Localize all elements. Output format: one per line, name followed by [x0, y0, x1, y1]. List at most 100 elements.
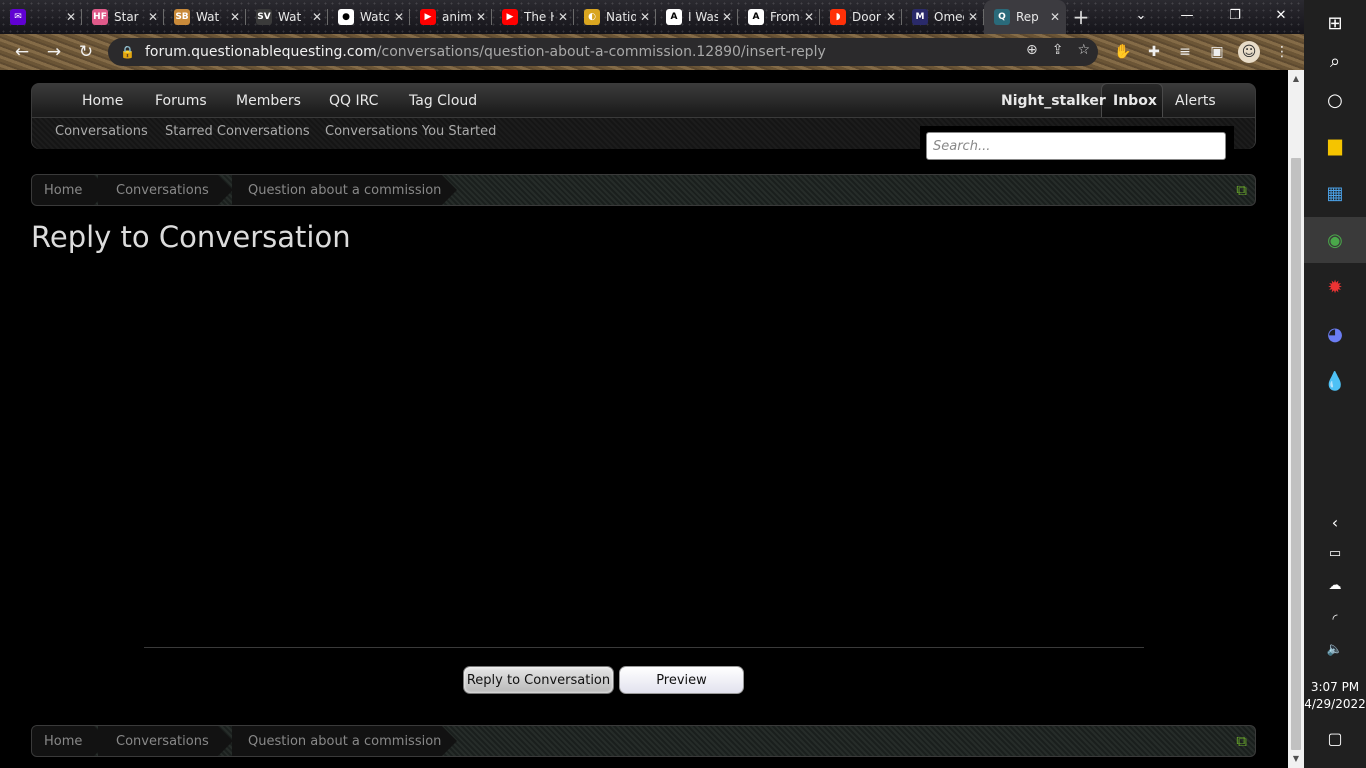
system-clock[interactable]: 3:07 PM 4/29/2022 — [1304, 679, 1366, 713]
nationstates-icon: ◐ — [584, 9, 600, 25]
nav-qq-irc[interactable]: QQ IRC — [329, 93, 378, 109]
browser-tab[interactable]: A From M ✕ — [738, 0, 820, 34]
nav-alerts[interactable]: Alerts — [1175, 93, 1216, 109]
chevron-left-icon[interactable]: ‹ — [1304, 513, 1366, 532]
onedrive-icon[interactable]: ☁ — [1304, 578, 1366, 593]
browser-tab[interactable]: ▶ The Ho ✕ — [492, 0, 574, 34]
close-tab-icon[interactable]: ✕ — [394, 10, 404, 24]
tab-strip: ✉✕HFStar✕SBWat✕SVWat✕●Watche✕▶anime f✕▶T… — [0, 0, 1304, 34]
browser-tab[interactable]: M Omega ✕ — [902, 0, 984, 34]
browser-tab[interactable]: ✉ ✕ — [0, 0, 82, 34]
nav-home[interactable]: Home — [82, 93, 123, 109]
browser-tab[interactable]: A I Was A ✕ — [656, 0, 738, 34]
bookmark-star-icon[interactable]: ☆ — [1077, 42, 1090, 58]
profile-avatar[interactable]: ☺ — [1238, 41, 1260, 63]
scrollbar-thumb[interactable] — [1291, 158, 1301, 750]
nav-members[interactable]: Members — [236, 93, 301, 109]
battery-icon[interactable]: ▭ — [1304, 546, 1366, 561]
page-scrollbar[interactable]: ▲ ▼ — [1288, 70, 1304, 768]
nav-tag-cloud[interactable]: Tag Cloud — [409, 93, 477, 109]
scroll-down-icon[interactable]: ▼ — [1291, 754, 1301, 763]
volume-icon[interactable]: 🔈 — [1304, 642, 1366, 657]
reload-icon[interactable]: ↻ — [70, 36, 102, 68]
breadcrumb-conversations-label: Conversations — [116, 182, 209, 198]
close-tab-icon[interactable]: ✕ — [476, 10, 486, 24]
restore-icon[interactable]: ❐ — [1212, 0, 1258, 30]
browser-tab[interactable]: ▶ anime f ✕ — [410, 0, 492, 34]
yahoo-mail-icon: ✉ — [10, 9, 26, 25]
tab-title: Star — [114, 10, 139, 24]
scroll-up-icon[interactable]: ▲ — [1291, 74, 1301, 83]
side-panel-icon[interactable]: ▣ — [1206, 41, 1228, 63]
wifi-icon[interactable]: ◜ — [1304, 612, 1366, 627]
adblock-icon[interactable]: ✋ — [1112, 41, 1134, 63]
breadcrumb-home[interactable]: Home — [32, 175, 109, 205]
tab-title: NationS — [606, 10, 636, 24]
tab-search-icon[interactable]: ⌄ — [1118, 0, 1164, 30]
file-explorer-icon[interactable]: ▆ — [1304, 122, 1366, 168]
nav-forums[interactable]: Forums — [155, 93, 207, 109]
breadcrumb-conversations[interactable]: Conversations — [98, 726, 233, 756]
breadcrumb-current[interactable]: Question about a commission — [232, 726, 457, 756]
tab-title: anime f — [442, 10, 472, 24]
close-tab-icon[interactable]: ✕ — [558, 10, 568, 24]
breadcrumb-conversations[interactable]: Conversations — [98, 175, 233, 205]
new-tab-icon[interactable]: + — [1066, 0, 1096, 34]
tab-title: The Ho — [524, 10, 554, 24]
breadcrumb-current[interactable]: Question about a commission — [232, 175, 457, 205]
menu-kebab-icon[interactable]: ⋮ — [1271, 41, 1293, 63]
close-tab-icon[interactable]: ✕ — [66, 10, 76, 24]
close-tab-icon[interactable]: ✕ — [230, 10, 240, 24]
close-window-icon[interactable]: ✕ — [1258, 0, 1304, 30]
subnav-conversations[interactable]: Conversations — [55, 124, 148, 139]
browser-tab[interactable]: Q Rep ✕ — [984, 0, 1066, 34]
paint-drop-icon[interactable]: 💧 — [1304, 358, 1366, 404]
browser-toolbar: ← → ↻ 🔒 forum.questionablequesting.com/c… — [0, 34, 1304, 70]
close-tab-icon[interactable]: ✕ — [640, 10, 650, 24]
notifications-icon[interactable]: ▢ — [1304, 729, 1366, 748]
preview-button[interactable]: Preview — [619, 666, 744, 694]
nav-inbox[interactable]: Inbox — [1113, 93, 1157, 109]
browser-tab[interactable]: ● Watche ✕ — [328, 0, 410, 34]
forward-icon[interactable]: → — [38, 36, 70, 68]
address-bar[interactable]: 🔒 forum.questionablequesting.com/convers… — [108, 38, 1098, 66]
app-red-icon[interactable]: ✹ — [1304, 264, 1366, 310]
extensions-icon[interactable]: ✚ — [1143, 41, 1165, 63]
qq-icon: Q — [994, 9, 1010, 25]
external-link-icon[interactable]: ⧉ — [1236, 181, 1247, 199]
browser-tab[interactable]: SV Wat ✕ — [246, 0, 328, 34]
close-tab-icon[interactable]: ✕ — [886, 10, 896, 24]
breadcrumb-home[interactable]: Home — [32, 726, 109, 756]
breadcrumb-home-label: Home — [44, 182, 83, 198]
close-tab-icon[interactable]: ✕ — [1050, 10, 1060, 24]
chrome-icon[interactable]: ◉ — [1304, 217, 1366, 263]
close-tab-icon[interactable]: ✕ — [804, 10, 814, 24]
hf-icon: HF — [92, 9, 108, 25]
media-control-icon[interactable]: ≡ — [1174, 41, 1196, 63]
share-icon[interactable]: ⇪ — [1052, 42, 1064, 58]
sb-icon: SB — [174, 9, 190, 25]
external-link-icon[interactable]: ⧉ — [1236, 732, 1247, 750]
reply-button[interactable]: Reply to Conversation — [463, 666, 614, 694]
subnav-starred[interactable]: Starred Conversations — [165, 124, 310, 139]
back-icon[interactable]: ← — [6, 36, 38, 68]
breadcrumb-current-label: Question about a commission — [248, 733, 442, 749]
discord-icon[interactable]: ◕ — [1304, 311, 1366, 357]
search-input[interactable] — [926, 132, 1226, 160]
subnav-started[interactable]: Conversations You Started — [325, 124, 496, 139]
breadcrumb-current-label: Question about a commission — [248, 182, 442, 198]
cortana-icon[interactable]: ○ — [1304, 77, 1366, 123]
browser-tab[interactable]: ◐ NationS ✕ — [574, 0, 656, 34]
browser-tab[interactable]: ◗ DoorDa ✕ — [820, 0, 902, 34]
minimize-icon[interactable]: — — [1164, 0, 1210, 30]
windows-taskbar: ⊞ ⌕ ○ ▆ ▦ ◉ ✹ ◕ 💧 ‹ ▭ ☁ ◜ 🔈 3:07 PM 4/29… — [1304, 0, 1366, 768]
close-tab-icon[interactable]: ✕ — [722, 10, 732, 24]
close-tab-icon[interactable]: ✕ — [968, 10, 978, 24]
zoom-icon[interactable]: ⊕ — [1026, 42, 1038, 58]
browser-tab[interactable]: SB Wat ✕ — [164, 0, 246, 34]
close-tab-icon[interactable]: ✕ — [148, 10, 158, 24]
browser-tab[interactable]: HF Star ✕ — [82, 0, 164, 34]
nav-user[interactable]: Night_stalker — [1001, 93, 1106, 109]
close-tab-icon[interactable]: ✕ — [312, 10, 322, 24]
control-panel-icon[interactable]: ▦ — [1304, 170, 1366, 216]
